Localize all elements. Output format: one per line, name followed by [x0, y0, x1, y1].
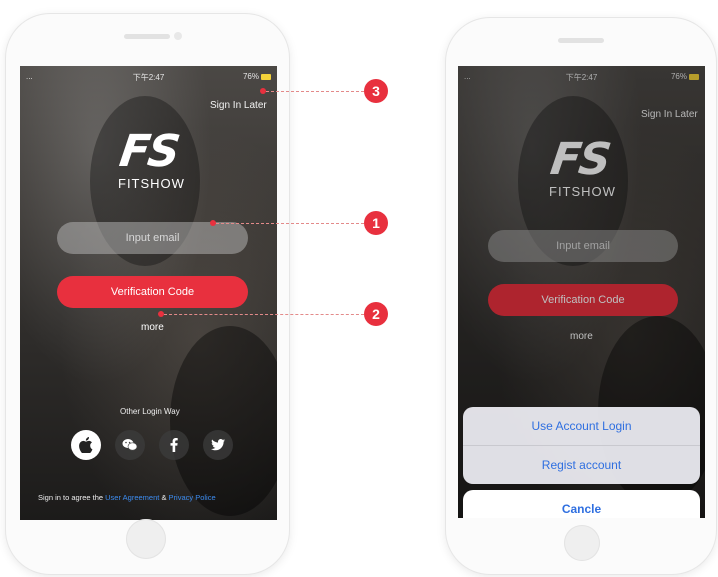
use-account-login-option[interactable]: Use Account Login: [463, 407, 700, 445]
more-options-screen: ... 下午2:47 76% Sign In Later FS FITSHOW …: [458, 66, 705, 518]
home-button[interactable]: [126, 519, 166, 559]
action-sheet: Use Account Login Regist account: [463, 407, 700, 484]
front-camera: [174, 32, 182, 40]
wechat-login-button[interactable]: [115, 430, 145, 460]
callout-line-1: [216, 223, 364, 224]
facebook-login-button[interactable]: [159, 430, 189, 460]
twitter-login-button[interactable]: [203, 430, 233, 460]
twitter-icon: [211, 439, 225, 451]
brand-name: FITSHOW: [118, 176, 185, 191]
apple-icon: [79, 437, 93, 453]
user-agreement-link[interactable]: User Agreement: [105, 493, 159, 502]
agreement-text: Sign in to agree the User Agreement & Pr…: [38, 493, 216, 502]
email-input[interactable]: Input email: [57, 222, 248, 254]
more-link[interactable]: more: [141, 322, 164, 333]
speaker-slot: [558, 38, 604, 43]
phone-frame-login: ... 下午2:47 76% Sign In Later FS FITSHOW …: [6, 14, 289, 574]
callout-badge-1: 1: [364, 211, 388, 235]
speaker-slot: [124, 34, 170, 39]
other-login-label: Other Login Way: [120, 407, 180, 416]
wechat-icon: [122, 439, 138, 451]
callout-line-2: [164, 314, 364, 315]
regist-account-option[interactable]: Regist account: [463, 445, 700, 484]
login-screen: ... 下午2:47 76% Sign In Later FS FITSHOW …: [20, 66, 277, 520]
facebook-icon: [170, 438, 178, 452]
status-time: 下午2:47: [132, 73, 165, 82]
callout-line-3: [266, 91, 364, 92]
privacy-policy-link[interactable]: Privacy Police: [169, 493, 216, 502]
phone-frame-more-options: ... 下午2:47 76% Sign In Later FS FITSHOW …: [446, 18, 716, 574]
verification-code-button[interactable]: Verification Code: [57, 276, 248, 308]
background-bike: [170, 326, 277, 516]
fs-logo: FS: [116, 126, 182, 177]
status-bar: ... 下午2:47 76%: [20, 72, 277, 84]
agreement-amp: &: [161, 493, 167, 502]
agreement-prefix: Sign in to agree the: [38, 493, 104, 502]
cancel-button[interactable]: Cancle: [463, 490, 700, 518]
sign-in-later-link[interactable]: Sign In Later: [210, 100, 267, 111]
apple-login-button[interactable]: [71, 430, 101, 460]
callout-badge-3: 3: [364, 79, 388, 103]
home-button[interactable]: [564, 525, 600, 561]
callout-badge-2: 2: [364, 302, 388, 326]
